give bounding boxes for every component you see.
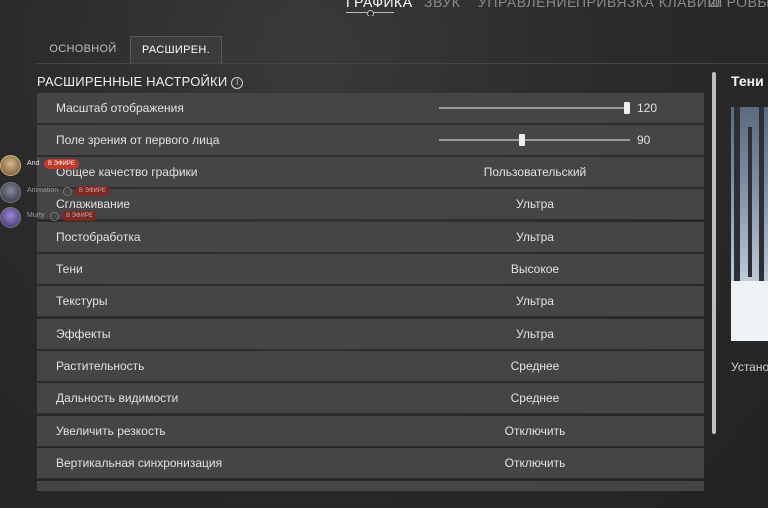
setting-label: Текстуры [56, 294, 108, 308]
setting-value[interactable]: Отключить [435, 424, 635, 438]
setting-row-partial[interactable] [37, 481, 704, 491]
tab-sound[interactable]: ЗВУК [424, 0, 460, 10]
slider-value: 120 [637, 101, 658, 115]
setting-row[interactable]: Эффекты Ультра [37, 319, 704, 350]
setting-value[interactable]: Среднее [435, 359, 635, 373]
snow-ground [731, 281, 768, 341]
setting-row[interactable]: Общее качество графики Пользовательский [37, 157, 704, 188]
section-title-text: РАСШИРЕННЫЕ НАСТРОЙКИ [37, 74, 228, 89]
setting-label: Эффекты [56, 327, 111, 341]
tree-trunk [734, 107, 740, 287]
setting-row[interactable]: Сглаживание Ультра [37, 189, 704, 220]
live-badge: В ЭФИРЕ [75, 186, 110, 196]
setting-label: Вертикальная синхронизация [56, 456, 223, 470]
live-badge: В ЭФИРЕ [62, 211, 97, 221]
setting-value[interactable]: Отключить [435, 456, 635, 470]
setting-label: Постобработка [56, 230, 141, 244]
tab-controls[interactable]: УПРАВЛЕНИЕ [478, 0, 577, 10]
setting-row-display-scale: Масштаб отображения 120 [37, 93, 704, 124]
live-badge: В ЭФИРЕ [44, 159, 79, 169]
setting-label: Растительность [56, 359, 145, 373]
setting-row[interactable]: Дальность видимости Среднее [37, 383, 704, 414]
setting-label: Поле зрения от первого лица [56, 133, 220, 147]
viewers-icon [63, 187, 72, 196]
tab-gameplay[interactable]: ИГРОВЫЕ П [708, 0, 768, 10]
subtab-basic[interactable]: ОСНОВНОЙ [38, 36, 128, 62]
setting-value[interactable]: Ультра [435, 294, 635, 308]
setting-row[interactable]: Растительность Среднее [37, 351, 704, 382]
setting-value[interactable]: Ультра [435, 197, 635, 211]
settings-list: Масштаб отображения 120 Поле зрения от п… [37, 93, 704, 491]
streamer-name: Murty [27, 212, 45, 219]
top-nav: ГРАФИКА ЗВУК УПРАВЛЕНИЕ ПРИВЯЗКА КЛАВИШ … [0, 0, 768, 16]
display-scale-slider[interactable] [439, 102, 630, 114]
tree-trunk [759, 107, 764, 282]
subtab-advanced[interactable]: РАСШИРЕН. [130, 36, 222, 63]
preview-description: Устано [731, 360, 768, 374]
setting-value[interactable]: Среднее [435, 391, 635, 405]
streamer-entry[interactable]: And В ЭФИРЕ [0, 155, 130, 176]
streamer-entry[interactable]: Animation В ЭФИРЕ [0, 182, 130, 203]
scrollbar[interactable] [712, 72, 716, 434]
slider-thumb[interactable] [624, 102, 630, 114]
setting-row[interactable]: Постобработка Ультра [37, 222, 704, 253]
avatar [0, 182, 21, 203]
preview-title: Тени [731, 73, 764, 89]
tree-trunk [748, 127, 752, 277]
streamer-name: Animation [27, 187, 59, 194]
streamer-entry[interactable]: Murty В ЭФИРЕ [0, 207, 130, 228]
setting-row[interactable]: Увеличить резкость Отключить [37, 416, 704, 447]
streamer-name: And [27, 160, 40, 167]
setting-label: Масштаб отображения [56, 101, 184, 115]
active-tab-indicator [367, 10, 374, 16]
slider-thumb[interactable] [519, 134, 525, 146]
setting-row-fov: Поле зрения от первого лица 90 [37, 125, 704, 156]
tab-graphics[interactable]: ГРАФИКА [346, 0, 413, 10]
setting-value[interactable]: Ультра [435, 230, 635, 244]
avatar [0, 155, 21, 176]
setting-row[interactable]: Текстуры Ультра [37, 286, 704, 317]
viewers-icon [50, 212, 59, 221]
setting-label: Увеличить резкость [56, 424, 166, 438]
setting-value[interactable]: Ультра [435, 327, 635, 341]
tab-keybindings[interactable]: ПРИВЯЗКА КЛАВИШ [576, 0, 721, 10]
avatar [0, 207, 21, 228]
slider-value: 90 [637, 133, 651, 147]
setting-label: Тени [56, 262, 83, 276]
info-icon[interactable]: i [231, 77, 244, 89]
setting-value[interactable]: Пользовательский [435, 165, 635, 179]
setting-value[interactable]: Высокое [435, 262, 635, 276]
streamers-overlay: And В ЭФИРЕ Animation В ЭФИРЕ Murty В ЭФ… [0, 155, 130, 230]
fov-slider[interactable] [439, 134, 630, 146]
section-title: РАСШИРЕННЫЕ НАСТРОЙКИ i [37, 74, 244, 89]
preview-image [731, 107, 768, 341]
subtab-divider [36, 63, 768, 64]
setting-row[interactable]: Вертикальная синхронизация Отключить [37, 448, 704, 479]
setting-label: Дальность видимости [56, 391, 179, 405]
setting-row[interactable]: Тени Высокое [37, 254, 704, 285]
